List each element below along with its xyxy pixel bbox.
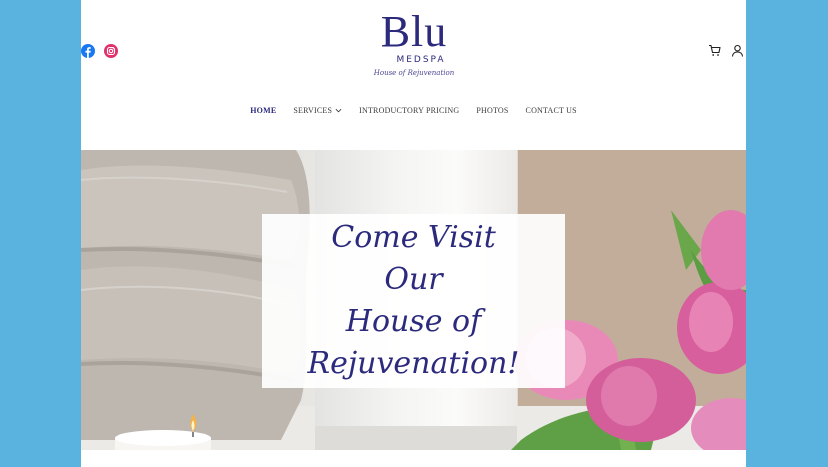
nav-item-contact-us[interactable]: CONTACT US — [526, 106, 577, 115]
nav-item-label: CONTACT US — [525, 106, 577, 115]
hero-message-card: Come Visit Our House of Rejuvenation! — [262, 214, 565, 388]
logo-tagline: House of Rejuvenation — [373, 69, 455, 77]
nav-item-photos[interactable]: PHOTOS — [476, 106, 508, 115]
hero-line-3: Rejuvenation! — [307, 346, 520, 381]
hero-line-2: House of — [345, 304, 482, 339]
candle-image — [115, 414, 211, 450]
nav-item-home[interactable]: HOME — [250, 106, 276, 115]
page-container: Blu MEDSPA House of Rejuvenation HOME SE… — [81, 0, 746, 467]
nav-item-label: PHOTOS — [476, 106, 509, 115]
logo-sub-text: MEDSPA — [396, 55, 446, 65]
header-tools — [708, 44, 744, 57]
nav-item-label: HOME — [250, 106, 277, 115]
hero-heading: Come Visit Our House of Rejuvenation! — [299, 217, 529, 385]
hero-line-1: Come Visit Our — [331, 220, 496, 297]
site-logo[interactable]: Blu MEDSPA House of Rejuvenation — [369, 10, 459, 92]
facebook-icon[interactable] — [81, 44, 95, 58]
nav-item-label: SERVICES — [293, 106, 333, 115]
nav-item-introductory-pricing[interactable]: INTRODUCTORY PRICING — [359, 106, 459, 115]
chevron-down-icon — [335, 108, 342, 113]
below-hero-strip — [81, 450, 746, 467]
cart-icon[interactable] — [708, 44, 721, 57]
account-icon[interactable] — [731, 44, 744, 57]
hero-banner: Come Visit Our House of Rejuvenation! — [81, 150, 746, 450]
main-nav: HOME SERVICES INTRODUCTORY PRICING PHOTO… — [81, 106, 746, 115]
social-links — [81, 44, 118, 58]
logo-main-text: Blu — [380, 7, 448, 56]
nav-item-services[interactable]: SERVICES — [293, 106, 342, 115]
nav-item-label: INTRODUCTORY PRICING — [359, 106, 460, 115]
instagram-icon[interactable] — [104, 44, 118, 58]
